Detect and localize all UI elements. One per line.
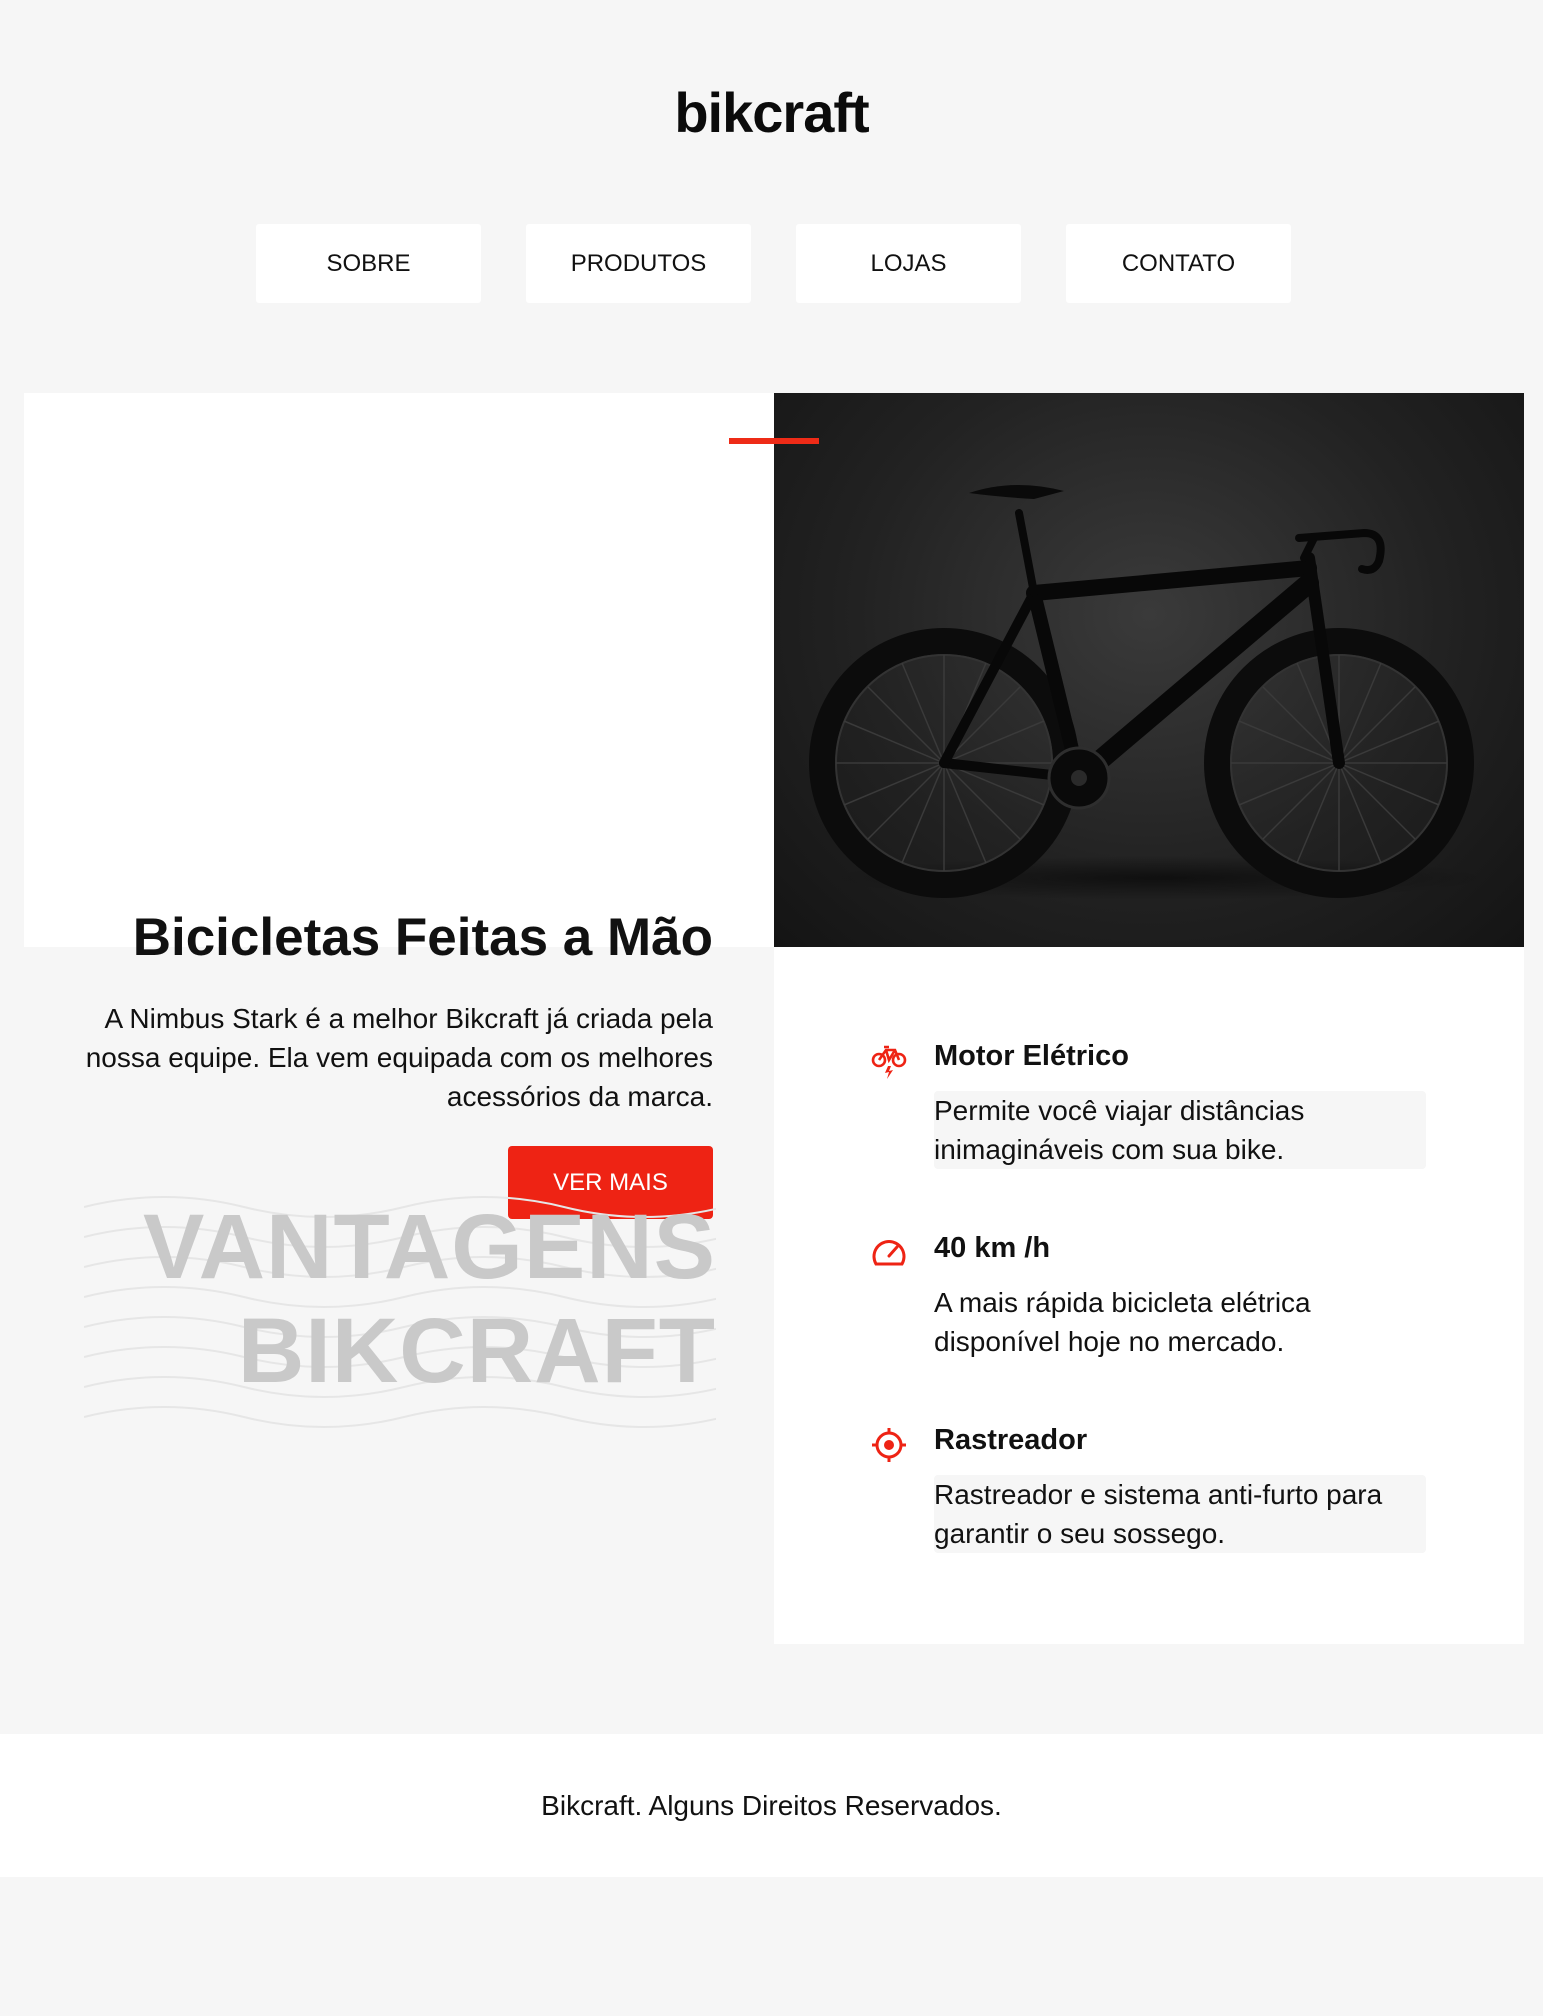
advantages-title-line1: VANTAGENS [143, 1196, 716, 1298]
logo[interactable]: bikcraft [0, 80, 1543, 145]
benefit-description: Rastreador e sistema anti-furto para gar… [934, 1475, 1426, 1553]
benefits-list: Motor Elétrico Permite você viajar distâ… [774, 947, 1524, 1644]
nav-item-produtos[interactable]: PRODUTOS [526, 224, 751, 303]
advantages-title: VANTAGENS BIKCRAFT [143, 1195, 716, 1403]
benefit-title: Rastreador [934, 1424, 1088, 1456]
benefit-description: A mais rápida bicicleta elétrica disponí… [934, 1287, 1311, 1357]
benefit-title: Motor Elétrico [934, 1040, 1129, 1072]
nav-item-sobre[interactable]: SOBRE [256, 224, 481, 303]
hero-description: A Nimbus Stark é a melhor Bikcraft já cr… [85, 1003, 713, 1112]
bicycle-icon [809, 484, 1489, 900]
main-nav: SOBRE PRODUTOS LOJAS CONTATO [256, 224, 1291, 303]
nav-item-lojas[interactable]: LOJAS [796, 224, 1021, 303]
target-icon [872, 1428, 906, 1462]
benefit-title: 40 km /h [934, 1232, 1051, 1264]
advantages-title-line2: BIKCRAFT [237, 1300, 716, 1402]
hero-title: Bicicletas Feitas a Mão [132, 908, 713, 967]
bicycle-image [774, 393, 1524, 947]
footer-text: Bikcraft. Alguns Direitos Reservados. [541, 1789, 1002, 1821]
footer: Bikcraft. Alguns Direitos Reservados. [0, 1734, 1543, 1877]
accent-line [729, 438, 819, 444]
hero-intro: Bicicletas Feitas a Mão A Nimbus Stark é… [24, 393, 774, 1219]
electric-bike-icon [871, 1045, 907, 1079]
advantages-heading: VANTAGENS BIKCRAFT [84, 1195, 716, 1435]
nav-item-contato[interactable]: CONTATO [1066, 224, 1291, 303]
speedometer-icon [872, 1240, 906, 1266]
benefit-description: Permite você viajar distâncias inimaginá… [934, 1091, 1426, 1169]
